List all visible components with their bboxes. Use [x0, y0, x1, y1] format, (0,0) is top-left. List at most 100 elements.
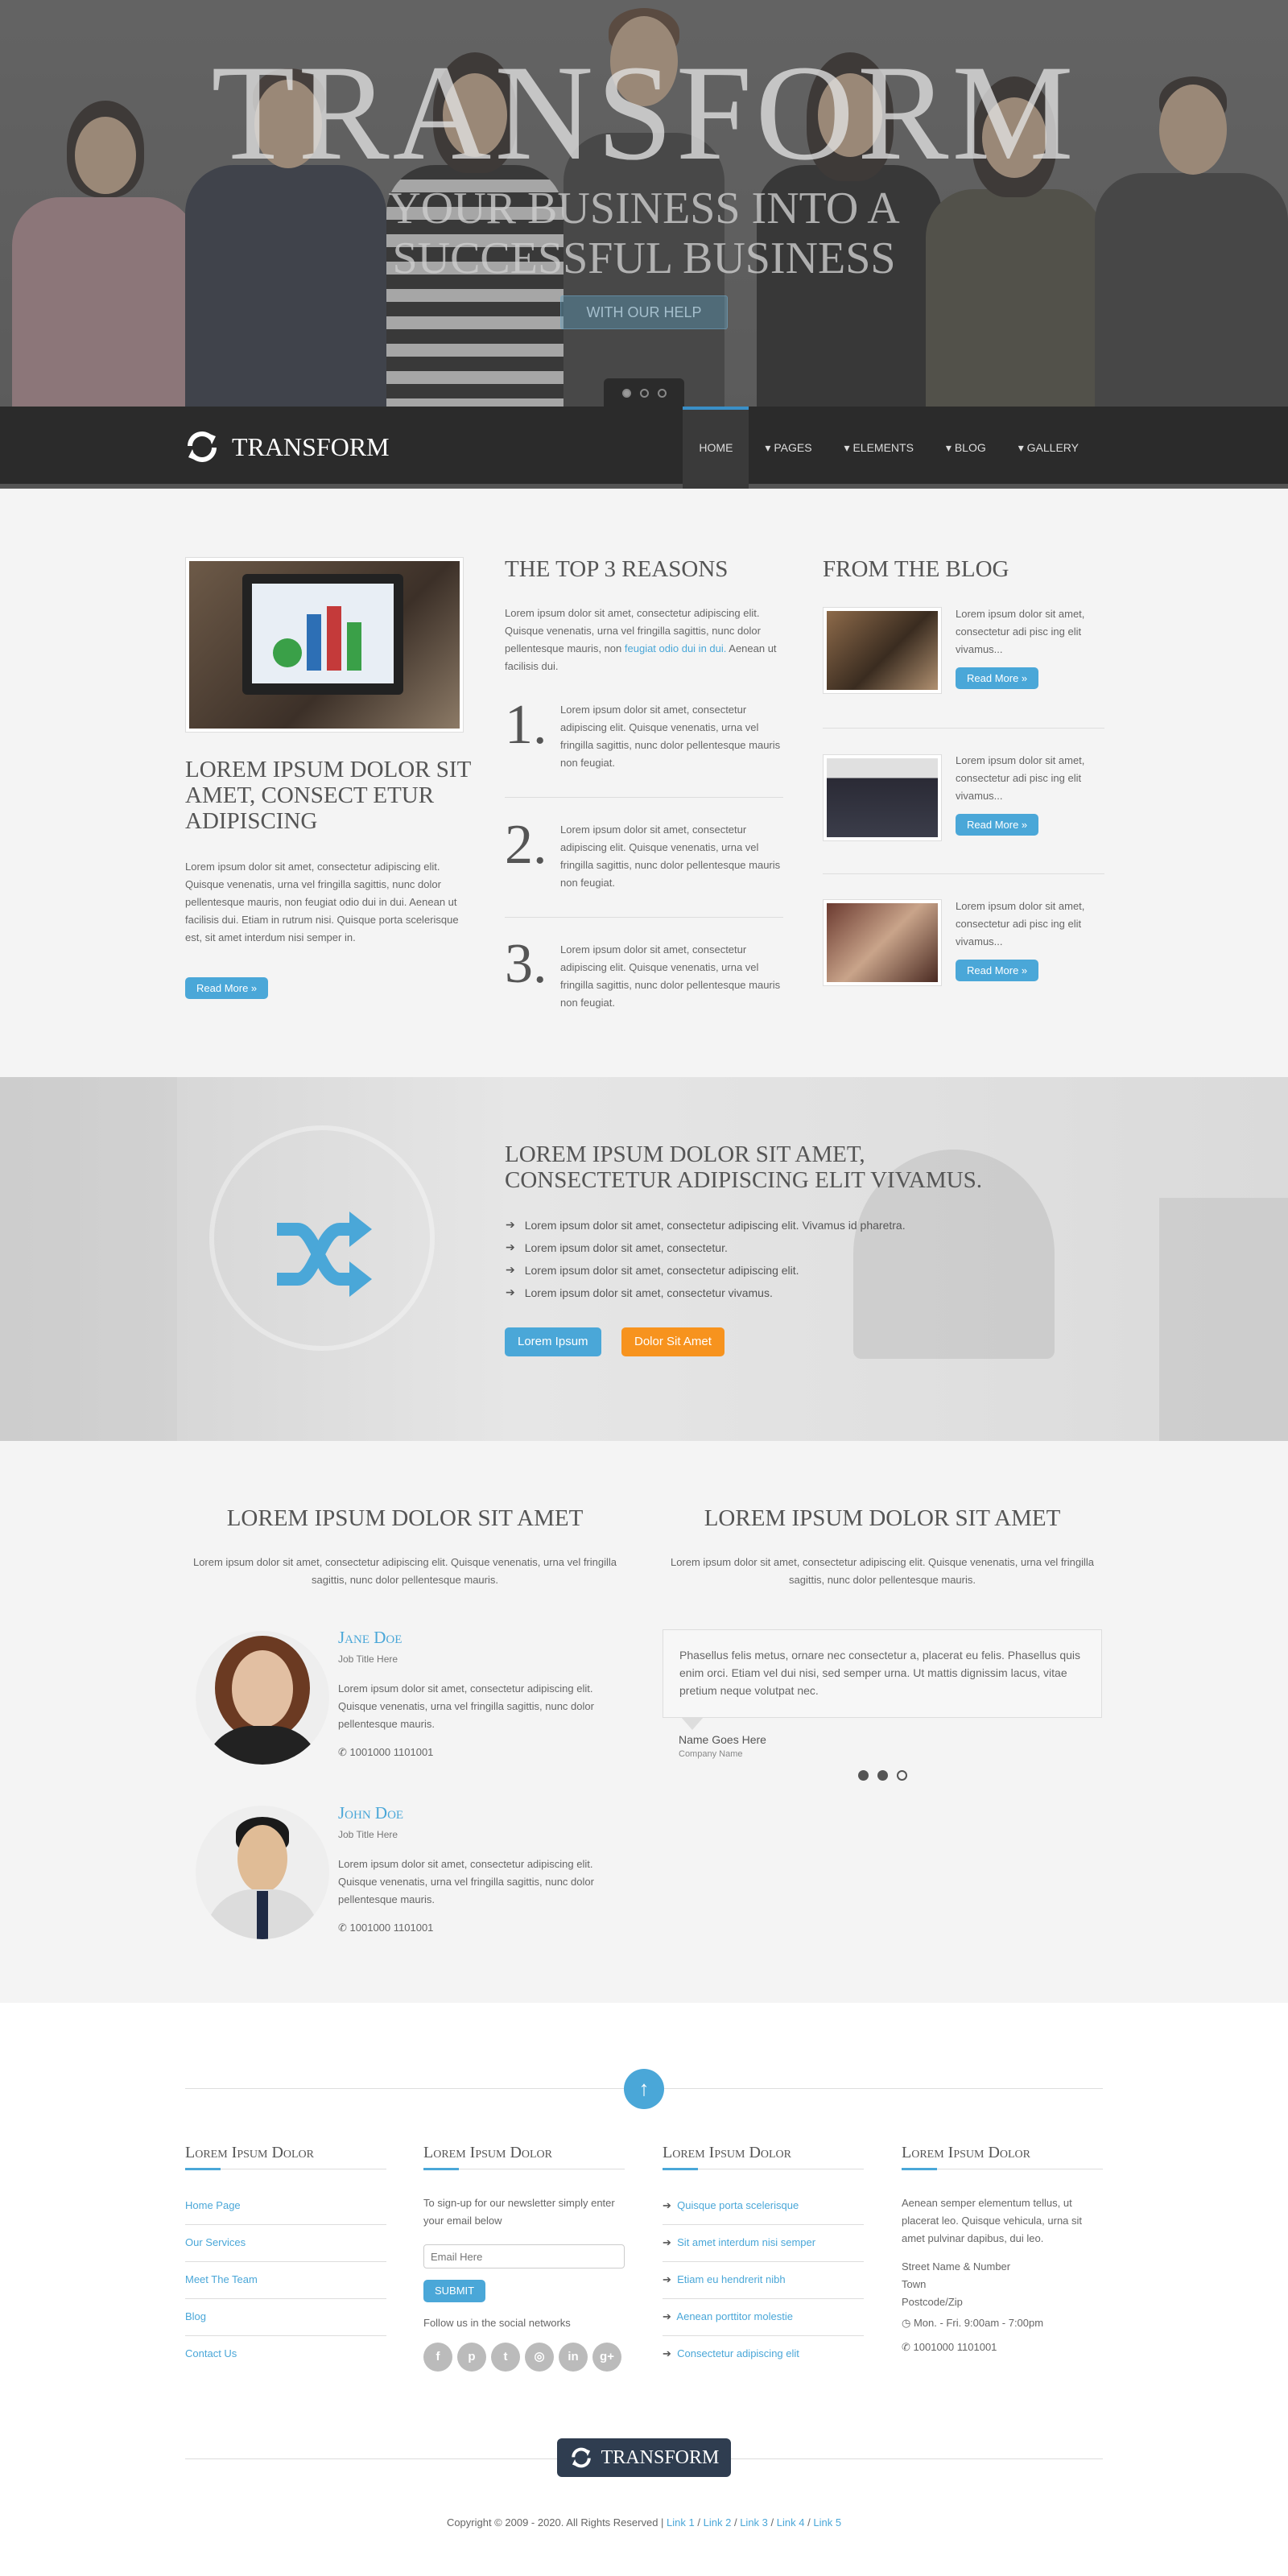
- title-accent: [902, 2168, 937, 2170]
- newsletter-submit-button[interactable]: SUBMIT: [423, 2280, 486, 2302]
- banner-secondary-button[interactable]: Dolor Sit Amet: [621, 1327, 724, 1356]
- team-member-name[interactable]: Jane Doe: [338, 1628, 402, 1648]
- nav-item-home[interactable]: HOME: [683, 407, 749, 489]
- title-accent: [185, 2168, 221, 2170]
- phone-number: 1001000 1101001: [349, 1922, 434, 1934]
- phone-icon: ✆: [338, 1922, 347, 1934]
- footer-link-home[interactable]: Home Page: [185, 2199, 241, 2211]
- hero-title: TRANSFORM: [211, 37, 1077, 188]
- opening-hours: ◷ Mon. - Fri. 9:00am - 7:00pm: [902, 2317, 1043, 2330]
- logo-text: TRANSFORM: [232, 431, 390, 461]
- reason-text: Lorem ipsum dolor sit amet, consectetur …: [560, 824, 781, 889]
- footer-link-contact[interactable]: Contact Us: [185, 2347, 237, 2359]
- footer-col-title: Lorem Ipsum Dolor: [902, 2144, 1031, 2161]
- team-member-bio: Lorem ipsum dolor sit amet, consectetur …: [338, 1682, 594, 1730]
- banner-list-item: ➔ Lorem ipsum dolor sit amet, consectetur…: [506, 1241, 728, 1254]
- banner-list-text: Lorem ipsum dolor sit amet, consectetur …: [524, 1263, 799, 1277]
- separator: /: [770, 2516, 774, 2529]
- footer-bottom-link[interactable]: Link 3: [740, 2516, 768, 2529]
- slider-dot[interactable]: [640, 389, 649, 398]
- divider: [823, 873, 1104, 874]
- blog-excerpt: Lorem ipsum dolor sit amet, consectetur …: [956, 608, 1085, 655]
- col1-title: LOREM IPSUM DOLOR SIT AMET, CONSECT ETUR…: [185, 757, 471, 834]
- phone-number: 1001000 1101001: [913, 2341, 997, 2353]
- testimonial-dot[interactable]: [897, 1770, 907, 1781]
- footer: ↑ Lorem Ipsum Dolor Home Page Our Servic…: [0, 2003, 1288, 2576]
- banner-primary-button[interactable]: Lorem Ipsum: [505, 1327, 601, 1356]
- footer-bottom-link[interactable]: Link 2: [704, 2516, 732, 2529]
- footer-link[interactable]: ➔ Etiam eu hendrerit nibh: [663, 2273, 786, 2286]
- team-intro: Lorem ipsum dolor sit amet, consectetur …: [192, 1556, 617, 1586]
- arrow-right-icon: ➔: [663, 2236, 671, 2248]
- footer-link-text: Sit amet interdum nisi semper: [677, 2236, 816, 2248]
- footer-link-blog[interactable]: Blog: [185, 2310, 206, 2322]
- arrow-right-icon: ➔: [506, 1241, 515, 1253]
- testimonial-box: Phasellus felis metus, ornare nec consec…: [663, 1629, 1102, 1718]
- shuffle-icon: [277, 1212, 372, 1297]
- slider-dot[interactable]: [622, 389, 631, 398]
- dribbble-icon[interactable]: ◎: [525, 2343, 554, 2372]
- reason-text: Lorem ipsum dolor sit amet, consectetur …: [560, 704, 781, 769]
- nav-item-elements[interactable]: ▾ ELEMENTS: [828, 407, 930, 489]
- banner-list-item: ➔ Lorem ipsum dolor sit amet, consectetur…: [506, 1286, 773, 1299]
- phone-icon: ✆: [338, 1746, 347, 1758]
- blog-read-more-button[interactable]: Read More »: [956, 960, 1039, 981]
- footer-link[interactable]: ➔ Sit amet interdum nisi semper: [663, 2236, 815, 2249]
- footer-link[interactable]: ➔ Quisque porta scelerisque: [663, 2199, 799, 2212]
- footer-link-team[interactable]: Meet The Team: [185, 2273, 258, 2285]
- site-logo[interactable]: TRANSFORM: [184, 431, 390, 463]
- banner-list-item: ➔ Lorem ipsum dolor sit amet, consectetur…: [506, 1263, 799, 1277]
- reason-number: 3.: [505, 933, 547, 995]
- nav-item-blog[interactable]: ▾ BLOG: [930, 407, 1002, 489]
- banner-list-text: Lorem ipsum dolor sit amet, consectetur …: [524, 1286, 773, 1299]
- testimonial-dot[interactable]: [858, 1770, 869, 1781]
- footer-bottom-link[interactable]: Link 1: [667, 2516, 695, 2529]
- nav-item-pages[interactable]: ▾ PAGES: [749, 407, 828, 489]
- team-member-phone: ✆ 1001000 1101001: [338, 1922, 433, 1934]
- blog-read-more-button[interactable]: Read More »: [956, 667, 1039, 689]
- footer-link[interactable]: ➔ Consectetur adipiscing elit: [663, 2347, 799, 2360]
- footer-phone: ✆ 1001000 1101001: [902, 2341, 997, 2354]
- divider: [185, 2335, 386, 2336]
- facebook-icon[interactable]: f: [423, 2343, 452, 2372]
- blog-read-more-button[interactable]: Read More »: [956, 814, 1039, 836]
- newsletter-email-input[interactable]: [423, 2244, 625, 2268]
- address-street: Street Name & Number: [902, 2260, 1011, 2273]
- arrow-right-icon: ➔: [506, 1286, 515, 1298]
- slider-dot[interactable]: [658, 389, 667, 398]
- footer-link-text: Quisque porta scelerisque: [677, 2199, 799, 2211]
- separator: /: [807, 2516, 811, 2529]
- speech-pointer: [681, 1717, 704, 1730]
- footer-bottom-link[interactable]: Link 5: [813, 2516, 841, 2529]
- google-plus-icon[interactable]: g+: [592, 2343, 621, 2372]
- twitter-icon[interactable]: t: [491, 2343, 520, 2372]
- footer-col-title: Lorem Ipsum Dolor: [185, 2144, 315, 2161]
- linkedin-icon[interactable]: in: [559, 2343, 588, 2372]
- nav-item-gallery[interactable]: ▾ GALLERY: [1002, 407, 1095, 489]
- footer-logo[interactable]: TRANSFORM: [557, 2438, 731, 2477]
- social-label: Follow us in the social networks: [423, 2317, 571, 2329]
- testimonial-dot[interactable]: [877, 1770, 888, 1781]
- divider: [663, 2298, 864, 2299]
- footer-link[interactable]: ➔ Aenean porttitor molestie: [663, 2310, 793, 2323]
- separator: /: [733, 2516, 737, 2529]
- phone-icon: ✆: [902, 2341, 910, 2353]
- team-member-job: Job Title Here: [338, 1829, 398, 1840]
- hero-subtitle: YOUR BUSINESS INTO A SUCCESSFUL BUSINESS: [0, 184, 1288, 283]
- footer-col-title: Lorem Ipsum Dolor: [663, 2144, 792, 2161]
- refresh-icon: [188, 431, 217, 462]
- team-member-name[interactable]: John Doe: [338, 1803, 403, 1823]
- back-to-top-button[interactable]: ↑: [624, 2069, 664, 2109]
- address-town: Town: [902, 2278, 927, 2290]
- phone-number: 1001000 1101001: [349, 1746, 434, 1758]
- col2-intro-link[interactable]: feugiat odio dui in dui.: [625, 642, 726, 654]
- col1-read-more-button[interactable]: Read More »: [185, 977, 269, 999]
- hero-subtitle-line: YOUR BUSINESS INTO A: [388, 184, 900, 233]
- footer-link-services[interactable]: Our Services: [185, 2236, 246, 2248]
- title-accent: [423, 2168, 459, 2170]
- hero-cta-button[interactable]: WITH OUR HELP: [560, 295, 728, 329]
- col1-body: Lorem ipsum dolor sit amet, consectetur …: [185, 861, 459, 943]
- footer-bottom-link[interactable]: Link 4: [777, 2516, 805, 2529]
- arrow-right-icon: ➔: [663, 2347, 671, 2359]
- pinterest-icon[interactable]: p: [457, 2343, 486, 2372]
